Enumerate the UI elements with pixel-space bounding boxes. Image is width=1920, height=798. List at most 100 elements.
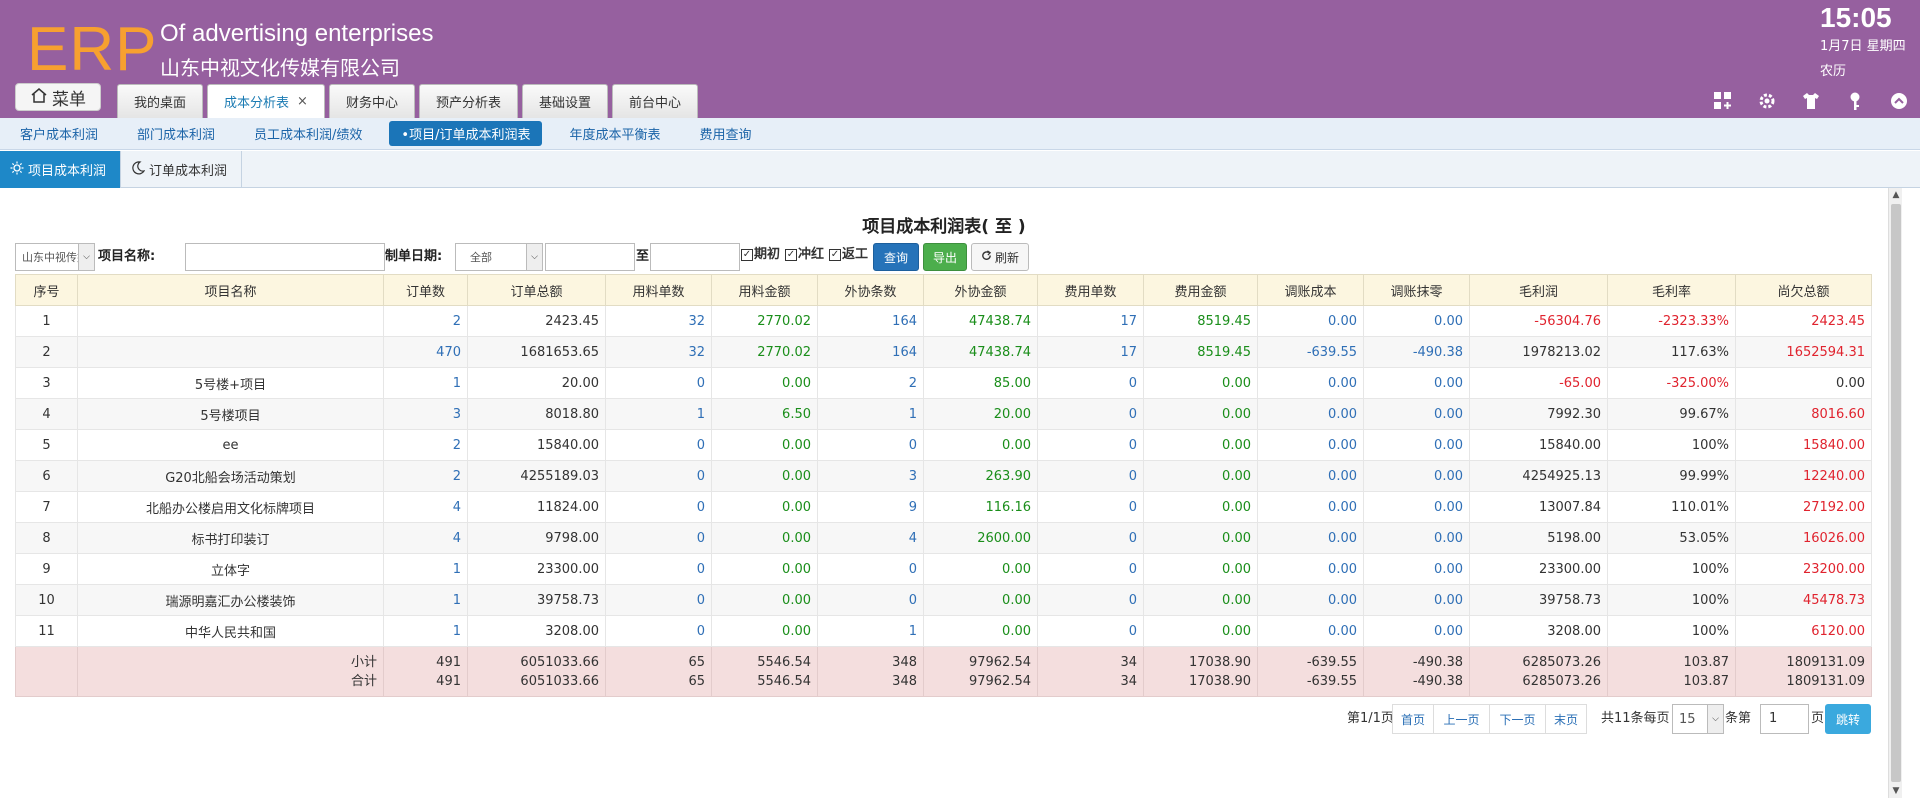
goto-page-input[interactable]: 1 — [1760, 704, 1809, 734]
scroll-up-icon[interactable]: ▲ — [1889, 188, 1903, 202]
table-row[interactable]: 3 5号楼+项目 1 20.00 0 0.00 2 85.00 0 0.00 0.00 0.00 -65… — [15, 367, 1872, 399]
tab-my-desktop[interactable]: 我的桌面 — [117, 84, 204, 118]
cell-orders[interactable]: 1 — [383, 584, 468, 616]
table-row[interactable]: 8 标书打印装订 4 9798.00 0 0.00 4 2600.00 0 0.00 0.00 0.0… — [15, 522, 1872, 554]
gear-icon[interactable] — [1756, 90, 1778, 112]
cell-fee-amt: 0.00 — [1143, 429, 1258, 461]
cell-out-cnt[interactable]: 0 — [817, 584, 924, 616]
table-row[interactable]: 6 G20北船会场活动策划 2 4255189.03 0 0.00 3 263.90 0 0.00… — [15, 460, 1872, 492]
cell-orders[interactable]: 4 — [383, 522, 468, 554]
cell-out-cnt[interactable]: 1 — [817, 615, 924, 647]
cell-orders[interactable]: 470 — [383, 336, 468, 368]
cell-orders[interactable]: 2 — [383, 429, 468, 461]
first-page-button[interactable]: 首页 — [1392, 704, 1434, 734]
cell-mat-cnt[interactable]: 0 — [605, 553, 712, 585]
menu-button[interactable]: 菜单 — [15, 83, 101, 111]
cell-orders[interactable]: 4 — [383, 491, 468, 523]
cell-out-cnt[interactable]: 164 — [817, 336, 924, 368]
cell-out-cnt[interactable]: 2 — [817, 367, 924, 399]
cell-out-cnt[interactable]: 1 — [817, 398, 924, 430]
cell-fee-cnt[interactable]: 17 — [1037, 336, 1144, 368]
export-button[interactable]: 导出 — [923, 243, 967, 271]
tab-front-desk[interactable]: 前台中心 — [611, 84, 698, 118]
close-icon[interactable]: × — [297, 94, 308, 109]
scroll-thumb[interactable] — [1891, 204, 1901, 782]
table-row[interactable]: 5 ee 2 15840.00 0 0.00 0 0.00 0 0.00 0.00 0.00 15840… — [15, 429, 1872, 461]
last-page-button[interactable]: 末页 — [1545, 704, 1587, 734]
cell-fee-cnt[interactable]: 17 — [1037, 305, 1144, 337]
end-date-input[interactable] — [650, 243, 740, 271]
tab-project-cost[interactable]: 项目成本利润 — [0, 151, 122, 188]
cell-out-cnt[interactable]: 3 — [817, 460, 924, 492]
cell-orders[interactable]: 2 — [383, 305, 468, 337]
scroll-down-icon[interactable]: ▼ — [1889, 784, 1903, 798]
tab-basic-settings[interactable]: 基础设置 — [521, 84, 608, 118]
refresh-button[interactable]: 刷新 — [971, 243, 1029, 271]
tab-finance[interactable]: 财务中心 — [328, 84, 415, 118]
cell-orders[interactable]: 1 — [383, 553, 468, 585]
cell-fee-cnt[interactable]: 0 — [1037, 367, 1144, 399]
table-row[interactable]: 1 2 2423.45 32 2770.02 164 47438.74 17 8519.45 0.… — [15, 305, 1872, 337]
subnav-customer-cost[interactable]: 客户成本利润 — [8, 121, 110, 146]
cell-mat-cnt[interactable]: 0 — [605, 615, 712, 647]
date-range-select[interactable]: 全部 ⌵ — [455, 243, 543, 271]
cell-out-cnt[interactable]: 0 — [817, 553, 924, 585]
cell-fee-cnt[interactable]: 0 — [1037, 460, 1144, 492]
table-row[interactable]: 2 470 1681653.65 32 2770.02 164 47438.74 17 8519… — [15, 336, 1872, 368]
start-date-input[interactable] — [545, 243, 635, 271]
cell-fee-cnt[interactable]: 0 — [1037, 615, 1144, 647]
table-row[interactable]: 7 北船办公楼启用文化标牌项目 4 11824.00 0 0.00 9 116.16 0 0.00… — [15, 491, 1872, 523]
cell-mat-cnt[interactable]: 0 — [605, 584, 712, 616]
tab-cost-analysis[interactable]: 成本分析表 × — [207, 84, 325, 118]
subnav-project-order-cost[interactable]: •项目/订单成本利润表 — [389, 121, 543, 146]
cell-mat-cnt[interactable]: 0 — [605, 429, 712, 461]
cell-orders[interactable]: 1 — [383, 367, 468, 399]
cell-fee-cnt[interactable]: 0 — [1037, 398, 1144, 430]
grid-add-icon[interactable] — [1712, 90, 1734, 112]
cell-mat-cnt[interactable]: 0 — [605, 460, 712, 492]
company-select[interactable]: 山东中视传媒 ⌵ — [15, 243, 95, 271]
subnav-department-cost[interactable]: 部门成本利润 — [125, 121, 227, 146]
checkbox-initial[interactable]: ✓ 期初 — [741, 243, 780, 267]
cell-orders[interactable]: 1 — [383, 615, 468, 647]
query-button[interactable]: 查询 — [873, 243, 919, 271]
table-row[interactable]: 9 立体字 1 23300.00 0 0.00 0 0.00 0 0.00 0.00 0.00 2330… — [15, 553, 1872, 585]
cell-mat-cnt[interactable]: 0 — [605, 491, 712, 523]
page-size-select[interactable]: 15 ⌵ — [1672, 704, 1724, 734]
tab-pre-production[interactable]: 预产分析表 — [418, 84, 518, 118]
cell-out-cnt[interactable]: 9 — [817, 491, 924, 523]
key-icon[interactable] — [1844, 90, 1866, 112]
checkbox-reverse[interactable]: ✓ 冲红 — [785, 243, 824, 267]
subnav-employee-cost[interactable]: 员工成本利润/绩效 — [242, 121, 374, 146]
cell-orders[interactable]: 2 — [383, 460, 468, 492]
table-row[interactable]: 10 瑞源明嘉汇办公楼装饰 1 39758.73 0 0.00 0 0.00 0 0.00 0.00… — [15, 584, 1872, 616]
cell-out-cnt[interactable]: 0 — [817, 429, 924, 461]
chevron-up-icon[interactable] — [1888, 90, 1910, 112]
cell-mat-cnt[interactable]: 1 — [605, 398, 712, 430]
tab-order-cost[interactable]: 订单成本利润 — [121, 151, 243, 188]
checkbox-rework[interactable]: ✓ 返工 — [829, 243, 868, 267]
cell-out-cnt[interactable]: 164 — [817, 305, 924, 337]
cell-fee-cnt[interactable]: 0 — [1037, 522, 1144, 554]
project-name-input[interactable] — [185, 243, 385, 271]
cell-out-cnt[interactable]: 4 — [817, 522, 924, 554]
cell-mat-cnt[interactable]: 0 — [605, 367, 712, 399]
cell-mat-cnt[interactable]: 32 — [605, 305, 712, 337]
cell-mat-cnt[interactable]: 32 — [605, 336, 712, 368]
table-row[interactable]: 4 5号楼项目 3 8018.80 1 6.50 1 20.00 0 0.00 0.00 0.00 79… — [15, 398, 1872, 430]
table-row[interactable]: 11 中华人民共和国 1 3208.00 0 0.00 1 0.00 0 0.00 0.00 0.00… — [15, 615, 1872, 647]
cell-mat-amt: 2770.02 — [711, 305, 818, 337]
subnav-annual-balance[interactable]: 年度成本平衡表 — [557, 121, 672, 146]
prev-page-button[interactable]: 上一页 — [1433, 704, 1490, 734]
jump-button[interactable]: 跳转 — [1825, 704, 1871, 734]
next-page-button[interactable]: 下一页 — [1489, 704, 1546, 734]
cell-mat-cnt[interactable]: 0 — [605, 522, 712, 554]
cell-fee-cnt[interactable]: 0 — [1037, 584, 1144, 616]
subnav-expense-query[interactable]: 费用查询 — [688, 121, 764, 146]
cell-fee-cnt[interactable]: 0 — [1037, 491, 1144, 523]
cell-orders[interactable]: 3 — [383, 398, 468, 430]
cell-fee-cnt[interactable]: 0 — [1037, 553, 1144, 585]
vertical-scrollbar[interactable]: ▲ ▼ — [1888, 188, 1902, 798]
cell-fee-cnt[interactable]: 0 — [1037, 429, 1144, 461]
shirt-icon[interactable] — [1800, 90, 1822, 112]
